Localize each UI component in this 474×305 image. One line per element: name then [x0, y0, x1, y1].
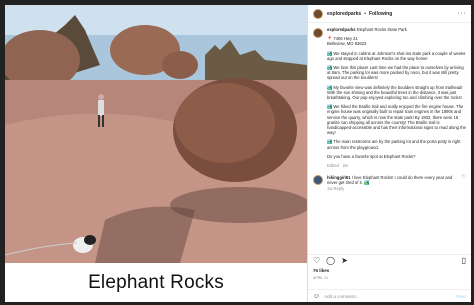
caption-paragraph: 🏞️ The main restrooms are by the parking…: [327, 139, 461, 150]
edited-label: Edited · 2w: [327, 163, 348, 169]
comment-icon[interactable]: ◯: [326, 256, 335, 265]
following-button[interactable]: Following: [369, 11, 392, 17]
caption-paragraph: 🏞️ We stayed in cabins at Johnson's shut…: [327, 50, 466, 61]
avatar[interactable]: [313, 28, 323, 38]
comment-meta[interactable]: 1w Reply: [327, 186, 460, 191]
bookmark-icon[interactable]: ▯: [462, 256, 466, 265]
caption-paragraph: 🏞️ We hiked the Braille trail and really…: [327, 104, 466, 136]
photo-caption-band: Elephant Rocks: [5, 263, 307, 302]
post-body: exploredparks Elephant Rocks State Park …: [308, 23, 471, 223]
action-bar: ♡ ◯ ➤ ▯: [308, 254, 471, 266]
add-comment-bar: ☺ Add a comment... Post: [308, 289, 471, 302]
caption-paragraph: 🏞️ My favorite view was definitely the b…: [327, 84, 463, 101]
caption-title: Elephant Rocks State Park: [356, 27, 407, 32]
avatar[interactable]: [313, 8, 323, 19]
username-link[interactable]: exploredparks: [327, 11, 361, 17]
likes-count[interactable]: 75 likes: [313, 268, 329, 273]
comment-row: hikinggirl61 I love Elephant Rocks! I co…: [313, 175, 466, 191]
post-header: exploredparks • Following ···: [308, 5, 471, 23]
post-sidebar: exploredparks • Following ··· exploredpa…: [307, 5, 471, 302]
caption-text: exploredparks Elephant Rocks State Park …: [327, 27, 466, 172]
comment-heart-icon[interactable]: ♡: [462, 175, 466, 191]
post-date: APRIL 21: [313, 276, 329, 280]
separator-dot: •: [364, 10, 366, 17]
caption-paragraph: 🏞️ We love this place! Last time we had …: [327, 65, 464, 81]
heart-icon[interactable]: ♡: [313, 256, 320, 265]
share-icon[interactable]: ➤: [341, 256, 348, 265]
more-options-icon[interactable]: ···: [458, 10, 467, 17]
caption-row: exploredparks Elephant Rocks State Park …: [313, 27, 466, 172]
photo-caption: Elephant Rocks: [88, 271, 224, 293]
avatar[interactable]: [313, 175, 323, 186]
elephant-rocks-image: [5, 5, 307, 263]
caption-location2: Belleview, MO 63623: [327, 41, 367, 47]
post-photo[interactable]: [5, 5, 307, 263]
emoji-icon[interactable]: ☺: [313, 293, 320, 300]
add-comment-input[interactable]: Add a comment...: [324, 294, 359, 299]
caption-username[interactable]: exploredparks: [327, 27, 356, 32]
caption-paragraph: Do you have a favorite spot at Elephant …: [327, 153, 416, 159]
post-button[interactable]: Post: [456, 294, 466, 299]
post-frame: Elephant Rocks exploredparks • Following…: [0, 0, 474, 305]
